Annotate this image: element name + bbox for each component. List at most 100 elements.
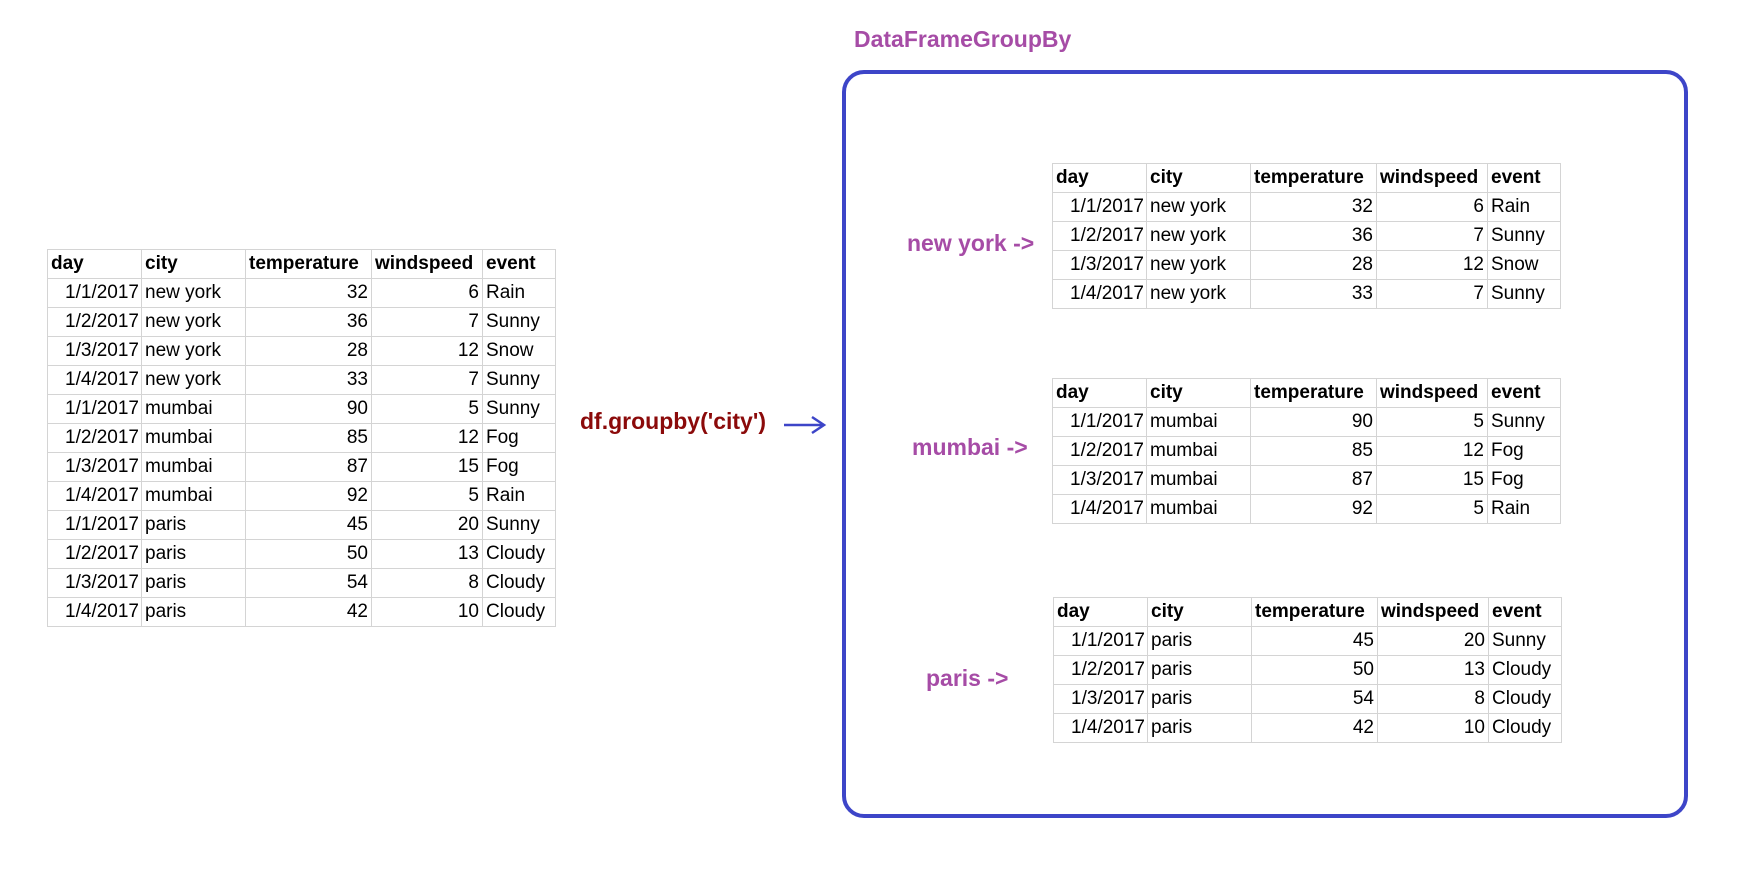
table-row: 1/1/2017 paris 45 20 Sunny	[47, 510, 556, 540]
table-row: 1/3/2017 mumbai 87 15 Fog	[47, 452, 556, 482]
table-row: 1/2/2017 new york 36 7 Sunny	[1052, 221, 1561, 251]
cell-day: 1/4/2017	[47, 365, 142, 395]
group-label-mumbai: mumbai ->	[912, 434, 1028, 460]
cell-windspeed: 8	[371, 568, 483, 598]
column-header-day: day	[1052, 163, 1147, 193]
column-header-day: day	[47, 249, 142, 279]
cell-windspeed: 5	[1376, 494, 1488, 524]
column-header-windspeed: windspeed	[371, 249, 483, 279]
table-row: 1/3/2017 new york 28 12 Snow	[47, 336, 556, 366]
cell-windspeed: 15	[1376, 465, 1488, 495]
cell-temperature: 42	[245, 597, 372, 627]
group-label-new-york: new york ->	[907, 230, 1035, 256]
cell-city: paris	[141, 568, 246, 598]
cell-day: 1/4/2017	[47, 597, 142, 627]
table-header-row: day city temperature windspeed event	[47, 249, 556, 279]
cell-day: 1/2/2017	[47, 307, 142, 337]
cell-city: new york	[141, 365, 246, 395]
cell-city: paris	[141, 539, 246, 569]
table-row: 1/4/2017 paris 42 10 Cloudy	[47, 597, 556, 627]
cell-city: mumbai	[1146, 436, 1251, 466]
cell-city: paris	[1147, 684, 1252, 714]
cell-day: 1/4/2017	[47, 481, 142, 511]
table-row: 1/3/2017 paris 54 8 Cloudy	[1053, 684, 1562, 714]
groupby-operation-label: df.groupby('city')	[580, 408, 766, 434]
column-header-event: event	[1487, 378, 1561, 408]
cell-temperature: 90	[1250, 407, 1377, 437]
column-header-city: city	[141, 249, 246, 279]
table-header-row: day city temperature windspeed event	[1052, 163, 1561, 193]
cell-windspeed: 5	[371, 481, 483, 511]
cell-windspeed: 10	[371, 597, 483, 627]
cell-windspeed: 7	[1376, 279, 1488, 309]
cell-temperature: 54	[1251, 684, 1378, 714]
cell-city: new york	[141, 278, 246, 308]
cell-temperature: 90	[245, 394, 372, 424]
cell-temperature: 36	[245, 307, 372, 337]
cell-event: Cloudy	[1488, 713, 1562, 743]
cell-temperature: 50	[245, 539, 372, 569]
cell-temperature: 36	[1250, 221, 1377, 251]
cell-temperature: 85	[245, 423, 372, 453]
cell-day: 1/4/2017	[1053, 713, 1148, 743]
cell-event: Rain	[1487, 192, 1561, 222]
cell-event: Sunny	[482, 365, 556, 395]
cell-temperature: 32	[245, 278, 372, 308]
cell-windspeed: 12	[1376, 436, 1488, 466]
cell-event: Rain	[482, 278, 556, 308]
cell-day: 1/1/2017	[1052, 407, 1147, 437]
cell-event: Cloudy	[1488, 655, 1562, 685]
cell-windspeed: 12	[371, 336, 483, 366]
cell-windspeed: 5	[1376, 407, 1488, 437]
cell-day: 1/2/2017	[47, 539, 142, 569]
cell-temperature: 33	[1250, 279, 1377, 309]
cell-day: 1/1/2017	[47, 278, 142, 308]
column-header-windspeed: windspeed	[1376, 378, 1488, 408]
cell-city: mumbai	[141, 423, 246, 453]
cell-temperature: 50	[1251, 655, 1378, 685]
cell-city: new york	[141, 307, 246, 337]
table-row: 1/1/2017 mumbai 90 5 Sunny	[1052, 407, 1561, 437]
table-row: 1/4/2017 paris 42 10 Cloudy	[1053, 713, 1562, 743]
cell-day: 1/1/2017	[47, 394, 142, 424]
cell-windspeed: 7	[1376, 221, 1488, 251]
cell-windspeed: 8	[1377, 684, 1489, 714]
table-row: 1/1/2017 new york 32 6 Rain	[47, 278, 556, 308]
cell-day: 1/3/2017	[47, 568, 142, 598]
cell-city: mumbai	[141, 452, 246, 482]
cell-city: paris	[141, 597, 246, 627]
cell-city: mumbai	[1146, 465, 1251, 495]
cell-temperature: 85	[1250, 436, 1377, 466]
source-dataframe-table: day city temperature windspeed event 1/1/201…	[47, 249, 556, 627]
cell-day: 1/2/2017	[47, 423, 142, 453]
cell-city: new york	[1146, 279, 1251, 309]
groupby-object-title: DataFrameGroupBy	[854, 26, 1072, 52]
cell-city: paris	[1147, 626, 1252, 656]
cell-temperature: 33	[245, 365, 372, 395]
cell-city: mumbai	[141, 394, 246, 424]
cell-event: Rain	[1487, 494, 1561, 524]
cell-day: 1/4/2017	[1052, 494, 1147, 524]
column-header-windspeed: windspeed	[1377, 597, 1489, 627]
cell-day: 1/3/2017	[1052, 465, 1147, 495]
cell-windspeed: 15	[371, 452, 483, 482]
cell-windspeed: 6	[1376, 192, 1488, 222]
cell-temperature: 28	[245, 336, 372, 366]
cell-event: Rain	[482, 481, 556, 511]
right-arrow-icon	[784, 415, 827, 435]
cell-event: Fog	[482, 423, 556, 453]
cell-temperature: 87	[245, 452, 372, 482]
column-header-temperature: temperature	[245, 249, 372, 279]
cell-windspeed: 20	[1377, 626, 1489, 656]
table-row: 1/1/2017 mumbai 90 5 Sunny	[47, 394, 556, 424]
cell-day: 1/1/2017	[47, 510, 142, 540]
column-header-city: city	[1146, 378, 1251, 408]
table-row: 1/3/2017 new york 28 12 Snow	[1052, 250, 1561, 280]
column-header-temperature: temperature	[1250, 163, 1377, 193]
cell-temperature: 92	[245, 481, 372, 511]
cell-windspeed: 10	[1377, 713, 1489, 743]
cell-city: new york	[1146, 221, 1251, 251]
column-header-city: city	[1147, 597, 1252, 627]
column-header-event: event	[482, 249, 556, 279]
table-row: 1/4/2017 new york 33 7 Sunny	[47, 365, 556, 395]
